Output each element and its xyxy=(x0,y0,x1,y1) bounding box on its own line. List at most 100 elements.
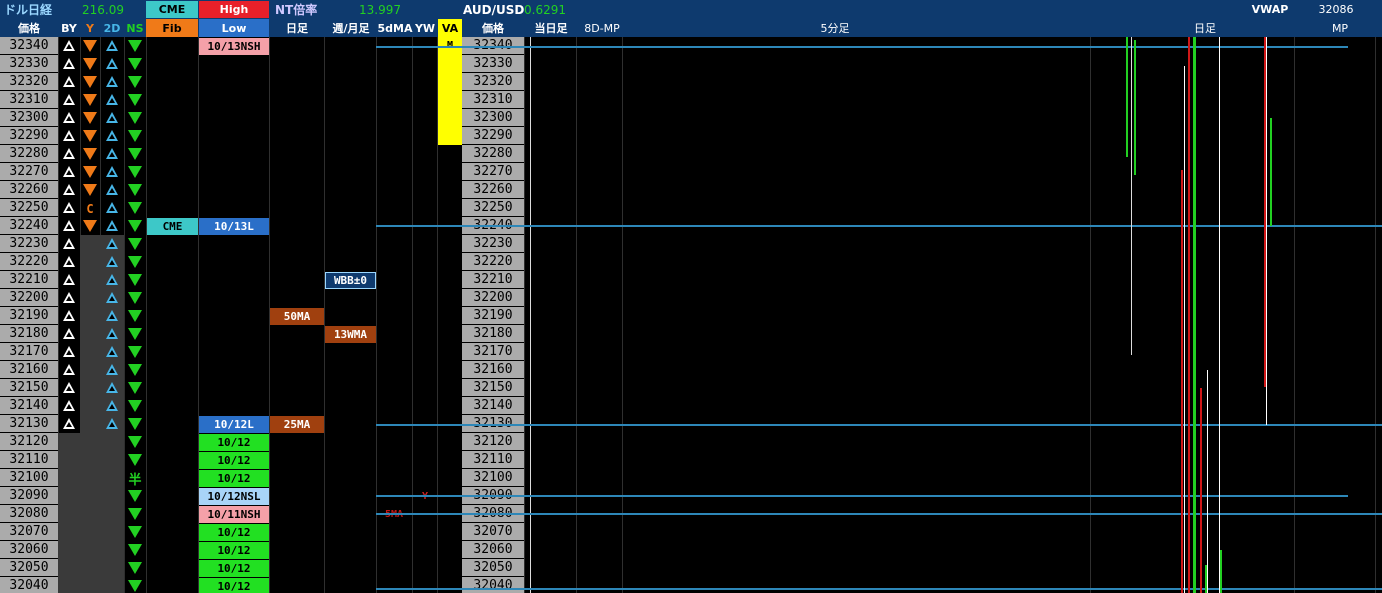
d2-cell xyxy=(102,145,122,162)
tag-1012: 10/12 xyxy=(199,470,269,487)
by-up-icon xyxy=(63,94,75,105)
ns-cell xyxy=(125,217,145,234)
price-cell: 32250 xyxy=(0,199,58,216)
tag-13wma: 13WMA xyxy=(325,326,376,343)
price-cell: 32100 xyxy=(0,469,58,486)
ns-down-icon xyxy=(128,561,142,574)
ladder-row: 32180 32180 xyxy=(0,325,530,343)
col-by: BY xyxy=(61,21,77,35)
ns-down-icon xyxy=(128,417,142,430)
d2-up-icon xyxy=(106,328,118,339)
d2-cell xyxy=(102,397,122,414)
ns-cell xyxy=(125,73,145,90)
level-line xyxy=(376,588,1382,590)
price-cell-right: 32140 xyxy=(462,397,524,414)
price-cell: 32170 xyxy=(0,343,58,360)
by-up-icon xyxy=(63,346,75,357)
nt-value: 13.997 xyxy=(359,2,401,17)
col-low: Low xyxy=(199,19,269,37)
ns-cell xyxy=(125,415,145,432)
price-cell: 32260 xyxy=(0,181,58,198)
price-cell-right: 32280 xyxy=(462,145,524,162)
y-down-icon xyxy=(83,129,97,142)
candle xyxy=(1205,565,1207,593)
by-cell xyxy=(59,91,79,108)
tag-1012nsl: 10/12NSL xyxy=(199,488,269,505)
y-down-icon xyxy=(83,93,97,106)
d2-cell xyxy=(102,109,122,126)
ns-down-icon xyxy=(128,345,142,358)
y-cell xyxy=(80,217,100,234)
by-cell xyxy=(59,325,79,342)
by-cell xyxy=(59,289,79,306)
by-up-icon xyxy=(63,220,75,231)
ladder-row: 32170 32170 xyxy=(0,343,530,361)
candle xyxy=(1220,550,1222,593)
price-cell: 32130 xyxy=(0,415,58,432)
price-cell: 32110 xyxy=(0,451,58,468)
ladder-row: 32270 32270 xyxy=(0,163,530,181)
ns-down-icon xyxy=(128,39,142,52)
by-cell xyxy=(59,343,79,360)
price-cell-right: 32270 xyxy=(462,163,524,180)
d2-up-icon xyxy=(106,364,118,375)
level-line xyxy=(376,46,1348,48)
col-mp: MP xyxy=(1331,21,1349,35)
y-cell xyxy=(80,163,100,180)
col-price2: 価格 xyxy=(482,22,504,35)
col-y: Y xyxy=(86,21,94,35)
by-up-icon xyxy=(63,40,75,51)
d2-cell xyxy=(102,163,122,180)
ladder-row: 32260 32260 xyxy=(0,181,530,199)
tag-1012l: 10/12L xyxy=(199,416,269,433)
price-cell-right: 32100 xyxy=(462,469,524,486)
y-cell xyxy=(80,109,100,126)
col-fib: Fib xyxy=(146,19,198,37)
price-cell-right: 32320 xyxy=(462,73,524,90)
price-cell: 32310 xyxy=(0,91,58,108)
price-cell: 32160 xyxy=(0,361,58,378)
ns-down-icon xyxy=(128,255,142,268)
candle-wick xyxy=(1184,66,1185,593)
d2-cell xyxy=(102,415,122,432)
ns-down-icon xyxy=(128,453,142,466)
tag-1013l: 10/13L xyxy=(199,218,269,235)
by-cell xyxy=(59,379,79,396)
d2-cell xyxy=(102,37,122,54)
candle-wick xyxy=(1266,37,1267,425)
ns-cell xyxy=(125,379,145,396)
ns-cell xyxy=(125,55,145,72)
cme-header: CME xyxy=(146,1,198,18)
price-cell: 32040 xyxy=(0,577,58,593)
ns-down-icon xyxy=(128,165,142,178)
candle xyxy=(1188,37,1190,593)
ns-down-icon xyxy=(128,237,142,250)
price-cell-right: 32210 xyxy=(462,271,524,288)
ns-cell xyxy=(125,433,145,450)
price-cell: 32190 xyxy=(0,307,58,324)
d2-up-icon xyxy=(106,346,118,357)
ns-down-icon xyxy=(128,507,142,520)
col-today: 当日足 xyxy=(534,22,568,35)
tag-50ma: 50MA xyxy=(270,308,324,325)
price-cell: 32210 xyxy=(0,271,58,288)
ns-cell xyxy=(125,523,145,540)
price-cell: 32140 xyxy=(0,397,58,414)
ns-cell xyxy=(125,325,145,342)
ns-cell xyxy=(125,253,145,270)
d2-cell xyxy=(102,181,122,198)
d2-up-icon xyxy=(106,382,118,393)
by-up-icon xyxy=(63,292,75,303)
tag-1012: 10/12 xyxy=(199,452,269,469)
price-cell-right: 32260 xyxy=(462,181,524,198)
tag-cme: CME xyxy=(147,218,198,235)
by-cell xyxy=(59,127,79,144)
d2-up-icon xyxy=(106,148,118,159)
by-cell xyxy=(59,307,79,324)
d2-cell xyxy=(102,199,122,216)
ladder-row: 32140 32140 xyxy=(0,397,530,415)
top-header: ドル日経 216.09 CME High NT倍率 13.997 AUD/USD… xyxy=(0,0,1382,19)
d2-up-icon xyxy=(106,112,118,123)
high-header: High xyxy=(199,1,269,18)
by-cell xyxy=(59,73,79,90)
